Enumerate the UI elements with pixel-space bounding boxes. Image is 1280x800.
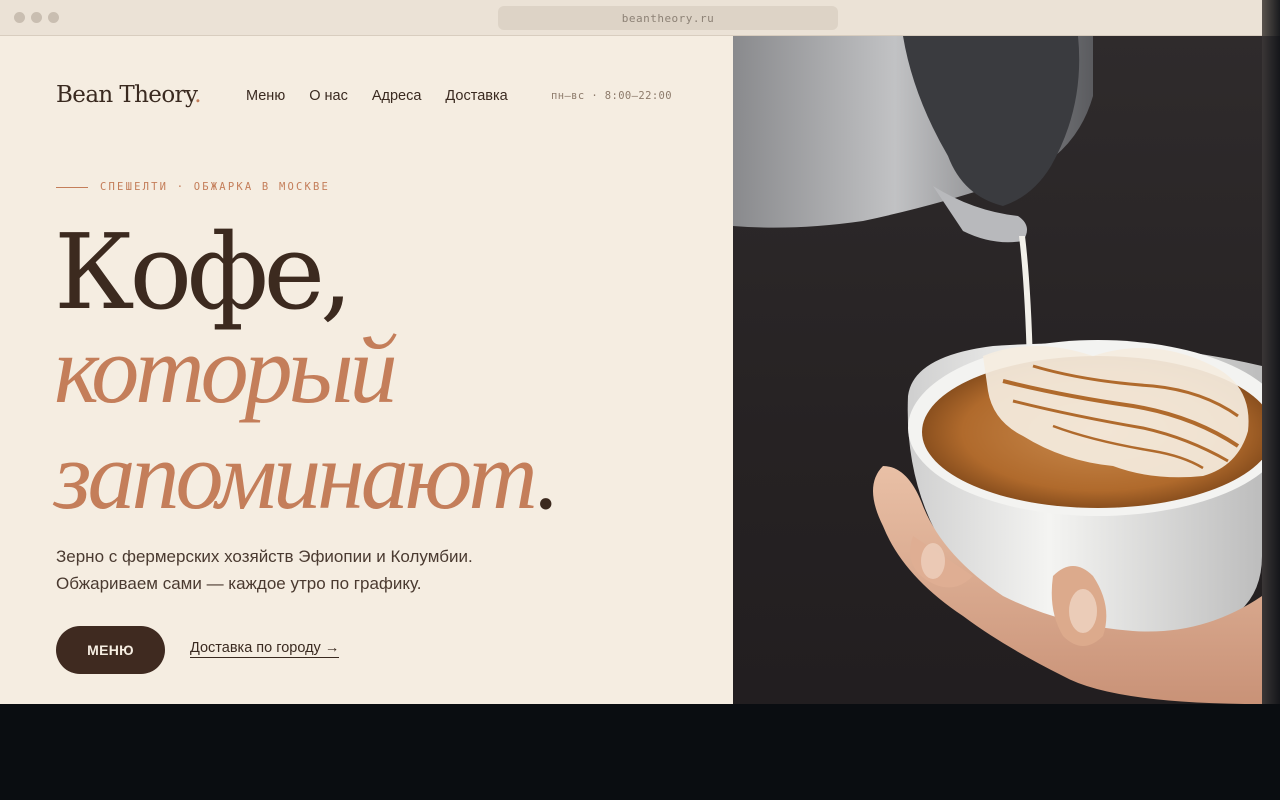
menu-button[interactable]: МЕНЮ (56, 626, 165, 674)
hero-text-panel: Bean Theory. Меню О нас Адреса Доставка … (0, 36, 733, 704)
logo-text: Bean Theory (56, 82, 195, 108)
nav-item-menu[interactable]: Меню (246, 88, 285, 104)
hero-title-line-3-text: запоминают (54, 422, 538, 529)
latte-art-illustration (733, 36, 1262, 704)
eyebrow-line (56, 186, 88, 188)
nav-item-delivery[interactable]: Доставка (445, 88, 507, 104)
hero-title-line-2: который (54, 316, 398, 423)
site-logo[interactable]: Bean Theory. (56, 82, 202, 108)
address-bar[interactable]: beantheory.ru (498, 6, 838, 30)
address-bar-url: beantheory.ru (621, 11, 715, 25)
hero-title-period: . (533, 422, 558, 529)
window-minimize-dot[interactable] (31, 12, 42, 23)
hero-eyebrow: СПЕШЕЛТИ · ОБЖАРКА В МОСКВЕ (56, 181, 330, 193)
nav-item-about[interactable]: О нас (309, 88, 348, 104)
hero-title-line-1: Кофе, (54, 211, 353, 333)
landing-page: Bean Theory. Меню О нас Адреса Доставка … (0, 36, 1262, 704)
logo-dot: . (194, 82, 202, 108)
eyebrow-text: СПЕШЕЛТИ · ОБЖАРКА В МОСКВЕ (100, 181, 331, 193)
hero-subtitle-line-2: Обжариваем сами — каждое утро по графику… (56, 574, 422, 593)
main-nav: Меню О нас Адреса Доставка (246, 88, 508, 104)
opening-hours: пн–вс · 8:00–22:00 (551, 90, 672, 102)
hero-image (733, 36, 1262, 704)
window-shadow-strip (1262, 36, 1280, 704)
nav-item-addresses[interactable]: Адреса (372, 88, 422, 104)
window-edge (1262, 0, 1280, 36)
hero-subtitle: Зерно с фермерских хозяйств Эфиопии и Ко… (56, 543, 473, 597)
delivery-link[interactable]: Доставка по городу → (190, 640, 340, 658)
window-close-dot[interactable] (14, 12, 25, 23)
browser-toolbar: beantheory.ru (0, 0, 1262, 36)
hero-title-line-3: запоминают. (54, 428, 558, 524)
hero-subtitle-line-1: Зерно с фермерских хозяйств Эфиопии и Ко… (56, 547, 473, 566)
window-maximize-dot[interactable] (48, 12, 59, 23)
